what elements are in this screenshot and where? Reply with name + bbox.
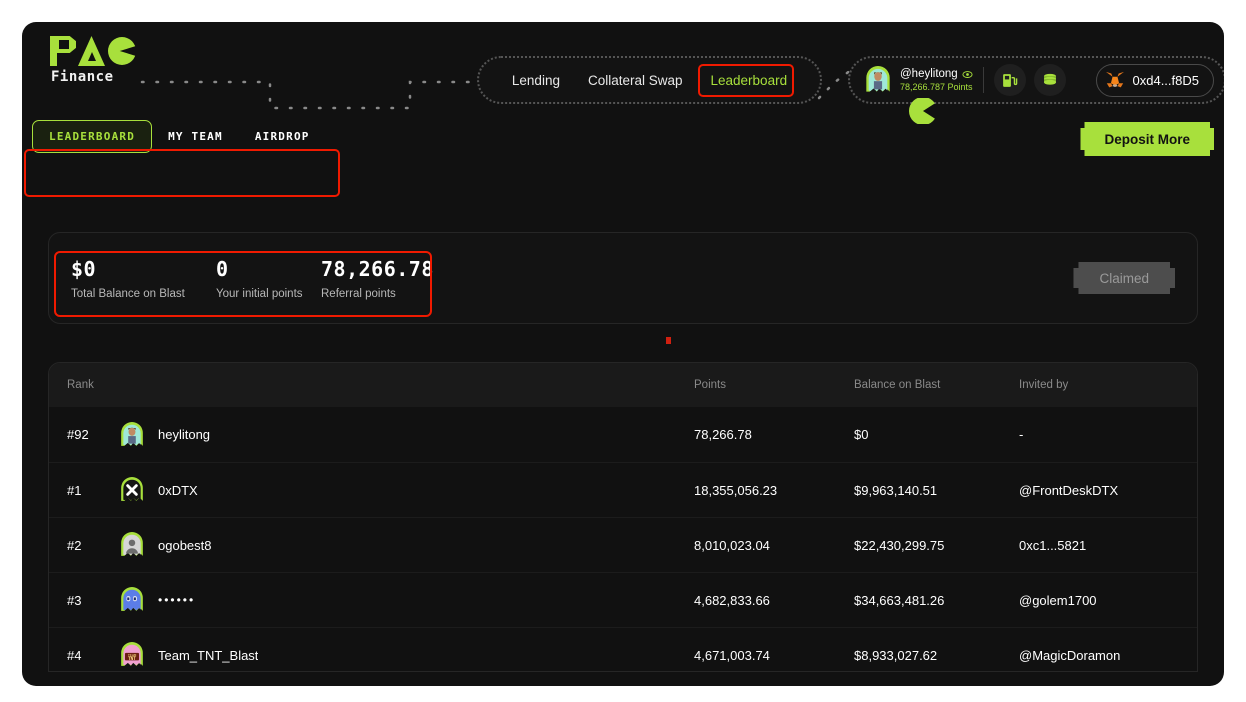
cell-username: ogobest8: [158, 538, 212, 553]
ghost-x-icon: [119, 477, 145, 503]
cell-balance: $9,963,140.51: [854, 483, 1019, 498]
cell-user: 0xDTX: [119, 477, 694, 503]
user-meta: @heylitong 78,266.787 Points: [900, 67, 973, 93]
user-handle-row: @heylitong: [900, 67, 973, 81]
ghost-photo-icon: [119, 422, 145, 448]
cell-balance: $8,933,027.62: [854, 648, 1019, 663]
cell-points: 18,355,056.23: [694, 483, 854, 498]
header-divider-1: [983, 67, 984, 93]
column-header-points: Points: [694, 379, 854, 391]
cell-points: 8,010,023.04: [694, 538, 854, 553]
stat-value: 78,266.78: [321, 257, 434, 281]
cell-points: 78,266.78: [694, 427, 854, 442]
stat-referral-points: 78,266.78 Referral points: [321, 257, 434, 300]
stat-label: Referral points: [321, 288, 434, 300]
ghost-blue-icon: [119, 587, 145, 613]
cell-user: ••••••: [119, 587, 694, 613]
ghost-avatar-icon[interactable]: [864, 66, 892, 94]
brand-logo[interactable]: Finance: [50, 36, 146, 88]
column-header-balance: Balance on Blast: [854, 379, 1019, 391]
cell-rank: #92: [67, 427, 119, 442]
cell-rank: #4: [67, 648, 119, 663]
logo-letter-a: [78, 36, 105, 66]
cell-rank: #1: [67, 483, 119, 498]
cell-invited-by: @MagicDoramon: [1019, 648, 1179, 663]
ghost-tnt-icon: TEAM TNT: [119, 642, 145, 668]
user-handle: @heylitong: [900, 67, 958, 81]
cell-username: 0xDTX: [158, 483, 198, 498]
stat-initial-points: 0 Your initial points: [216, 257, 321, 300]
cell-username: Team_TNT_Blast: [158, 648, 258, 663]
app-header: Finance Lending Collateral Swap Leaderbo…: [22, 22, 1224, 100]
tab-airdrop[interactable]: AIRDROP: [239, 121, 326, 152]
cell-username: ••••••: [158, 593, 195, 607]
pacman-icon: [108, 37, 136, 65]
eye-icon[interactable]: [962, 69, 973, 80]
table-row[interactable]: #1 0xDTX 18,355,056.23 $9,963,140.51 @Fr…: [49, 462, 1197, 517]
cell-rank: #2: [67, 538, 119, 553]
stat-label: Total Balance on Blast: [71, 288, 216, 300]
table-row[interactable]: #3 •••••• 4,682,833.66 $34,663,481.26 @g…: [49, 572, 1197, 627]
ghost-user-icon: [119, 532, 145, 558]
cell-invited-by: @FrontDeskDTX: [1019, 483, 1179, 498]
stats-panel: $0 Total Balance on Blast 0 Your initial…: [48, 232, 1198, 324]
brand-subtitle: Finance: [51, 69, 114, 85]
table-row[interactable]: #92 heylitong 78,266.78 $0 -: [49, 407, 1197, 462]
cell-rank: #3: [67, 593, 119, 608]
table-row[interactable]: #4 TEAM TNT Team_TNT_Blast 4,671,003.74 …: [49, 627, 1197, 672]
claimed-button[interactable]: Claimed: [1073, 262, 1175, 294]
cell-invited-by: @golem1700: [1019, 593, 1179, 608]
table-row[interactable]: #2 ogobest8 8,010,023.04 $22,430,299.75 …: [49, 517, 1197, 572]
user-pill: @heylitong 78,266.787 Points: [848, 56, 1224, 104]
cell-user: ogobest8: [119, 532, 694, 558]
wallet-address: 0xd4...f8D5: [1133, 73, 1200, 88]
leaderboard-table: Rank Points Balance on Blast Invited by …: [48, 362, 1198, 672]
cell-balance: $22,430,299.75: [854, 538, 1019, 553]
table-body: #92 heylitong 78,266.78 $0 -#1 0xDTX 18,…: [49, 407, 1197, 672]
app-window: Finance Lending Collateral Swap Leaderbo…: [22, 22, 1224, 686]
cell-user: heylitong: [119, 422, 694, 448]
tab-my-team[interactable]: MY TEAM: [152, 121, 239, 152]
stat-label: Your initial points: [216, 288, 321, 300]
stat-value: $0: [71, 257, 216, 281]
cell-points: 4,682,833.66: [694, 593, 854, 608]
section-tabs: LEADERBOARD MY TEAM AIRDROP: [32, 120, 326, 153]
cell-points: 4,671,003.74: [694, 648, 854, 663]
nav-item-leaderboard[interactable]: Leaderboard: [697, 66, 802, 95]
cell-invited-by: 0xc1...5821: [1019, 538, 1179, 553]
nav-item-lending[interactable]: Lending: [498, 66, 574, 95]
section-tabs-row: LEADERBOARD MY TEAM AIRDROP Deposit More: [22, 100, 1224, 172]
cell-username: heylitong: [158, 427, 210, 442]
wallet-button[interactable]: 0xd4...f8D5: [1096, 64, 1215, 97]
table-header: Rank Points Balance on Blast Invited by: [49, 363, 1197, 407]
logo-letter-p: [50, 36, 76, 66]
cell-balance: $34,663,481.26: [854, 593, 1019, 608]
logo-mark: [50, 36, 132, 66]
gas-pump-icon[interactable]: [994, 64, 1026, 96]
user-points: 78,266.787 Points: [900, 82, 973, 93]
cell-invited-by: -: [1019, 427, 1179, 442]
cell-balance: $0: [854, 427, 1019, 442]
main-nav: Lending Collateral Swap Leaderboard: [477, 56, 822, 104]
deposit-more-button[interactable]: Deposit More: [1080, 122, 1214, 156]
svg-text:TNT: TNT: [128, 656, 136, 662]
stats-group: $0 Total Balance on Blast 0 Your initial…: [71, 257, 434, 300]
cell-user: TEAM TNT Team_TNT_Blast: [119, 642, 694, 668]
tab-leaderboard[interactable]: LEADERBOARD: [32, 120, 152, 153]
stat-value: 0: [216, 257, 321, 281]
column-header-invited-by: Invited by: [1019, 379, 1179, 391]
stat-total-balance: $0 Total Balance on Blast: [71, 257, 216, 300]
coins-stack-icon[interactable]: [1034, 64, 1066, 96]
annotation-cursor-dot: [666, 337, 671, 344]
nav-item-collateral-swap[interactable]: Collateral Swap: [574, 66, 697, 95]
metamask-fox-icon: [1105, 71, 1125, 89]
column-header-rank: Rank: [67, 379, 119, 391]
